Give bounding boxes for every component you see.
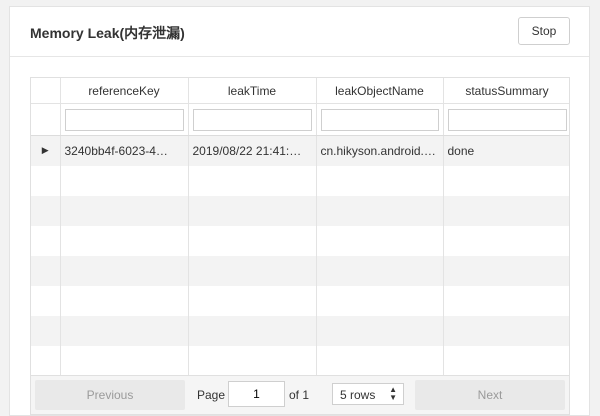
panel-header: Memory Leak(内存泄漏) Stop bbox=[10, 7, 589, 57]
referencekey-filter-input[interactable] bbox=[64, 108, 184, 131]
rows-per-page-select[interactable]: 5 rows ▲ ▼ bbox=[332, 383, 404, 405]
empty-table-row bbox=[31, 165, 569, 196]
filter-cell-leaktime bbox=[188, 103, 317, 136]
triangle-right-icon[interactable]: ▶ bbox=[31, 135, 61, 166]
cell-referencekey: 3240bb4f-6023-4… bbox=[60, 135, 189, 166]
cell-leaktime: 2019/08/22 21:41:… bbox=[188, 135, 317, 166]
column-header-statussummary[interactable]: statusSummary bbox=[443, 78, 569, 104]
filter-cell-statussummary bbox=[443, 103, 569, 136]
empty-table-row bbox=[31, 255, 569, 286]
memory-leak-panel: Memory Leak(内存泄漏) Stop referenceKey leak… bbox=[9, 6, 590, 416]
stop-button[interactable]: Stop bbox=[518, 17, 570, 45]
column-header-leaktime[interactable]: leakTime bbox=[188, 78, 317, 104]
empty-table-row bbox=[31, 285, 569, 316]
panel-title: Memory Leak(内存泄漏) bbox=[30, 25, 185, 41]
column-header-leakobjectname[interactable]: leakObjectName bbox=[316, 78, 444, 104]
page-count-label: of 1 bbox=[289, 388, 310, 402]
table-row[interactable]: ▶ 3240bb4f-6023-4… 2019/08/22 21:41:… cn… bbox=[31, 135, 569, 166]
rows-per-page-value: 5 rows bbox=[340, 388, 376, 402]
page-number-input[interactable] bbox=[228, 381, 285, 407]
empty-table-row bbox=[31, 345, 569, 376]
pagination-bar: Previous Page of 1 5 rows ▲▼ Next bbox=[30, 375, 570, 415]
table-header-row: referenceKey leakTime leakObjectName sta… bbox=[31, 78, 569, 104]
statussummary-filter-input[interactable] bbox=[447, 108, 567, 131]
previous-button[interactable]: Previous bbox=[35, 380, 185, 410]
leaktime-filter-input[interactable] bbox=[192, 108, 312, 131]
up-down-arrows-icon: ▲ ▼ bbox=[389, 385, 397, 402]
filter-cell-empty bbox=[31, 103, 61, 136]
leak-table: referenceKey leakTime leakObjectName sta… bbox=[30, 77, 570, 377]
leakobjectname-filter-input[interactable] bbox=[320, 108, 439, 131]
empty-table-row bbox=[31, 315, 569, 346]
page-label: Page bbox=[197, 388, 226, 402]
cell-leakobjectname: cn.hikyson.android.… bbox=[316, 135, 444, 166]
filter-cell-referencekey bbox=[60, 103, 189, 136]
filter-cell-leakobjectname bbox=[316, 103, 444, 136]
filter-row bbox=[31, 103, 569, 136]
cell-statussummary: done bbox=[443, 135, 569, 166]
empty-table-row bbox=[31, 195, 569, 226]
empty-table-row bbox=[31, 225, 569, 256]
expander-header bbox=[31, 78, 61, 104]
column-header-referencekey[interactable]: referenceKey bbox=[60, 78, 189, 104]
next-button[interactable]: Next bbox=[415, 380, 565, 410]
